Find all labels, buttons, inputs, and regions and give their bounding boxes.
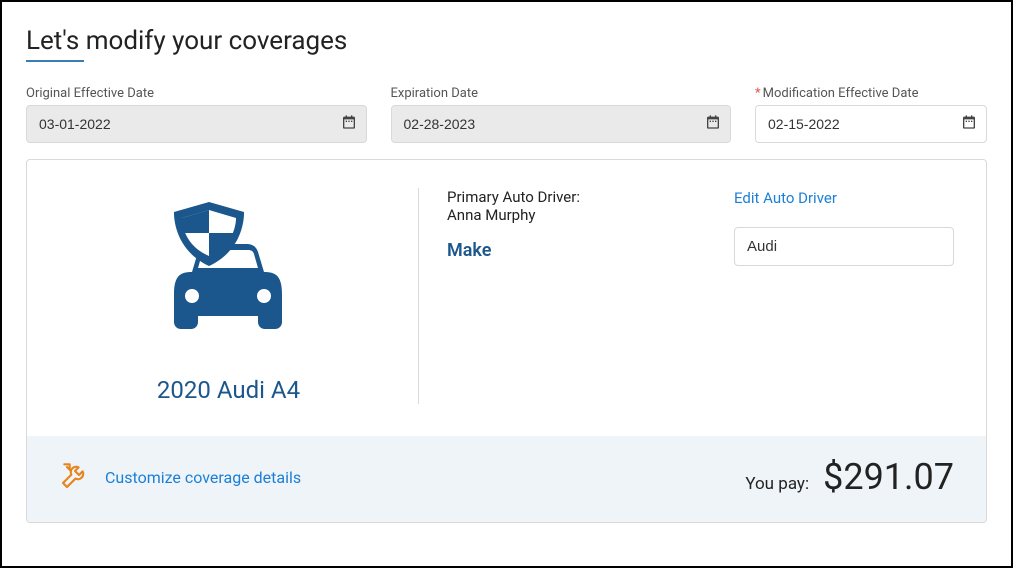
details-right: Edit Auto Driver	[734, 188, 954, 404]
expiration-date-label: Expiration Date	[391, 86, 732, 101]
tools-icon	[59, 459, 91, 495]
expiration-date-group: Expiration Date	[391, 86, 732, 143]
title-underline	[26, 60, 84, 62]
modification-effective-date-wrap	[755, 105, 987, 143]
coverage-card: 2020 Audi A4 Primary Auto Driver: Anna M…	[26, 159, 987, 523]
payment-summary: You pay: $291.07	[745, 456, 954, 498]
customize-coverage-link[interactable]: Customize coverage details	[105, 468, 301, 487]
make-input[interactable]	[734, 227, 954, 266]
edit-auto-driver-link[interactable]: Edit Auto Driver	[734, 189, 837, 207]
vehicle-name: 2020 Audi A4	[157, 376, 300, 404]
expiration-date-input	[391, 105, 732, 143]
required-star: *	[755, 86, 761, 101]
page-title: Let's modify your coverages	[26, 26, 987, 56]
customize-wrap: Customize coverage details	[59, 459, 301, 495]
modification-effective-date-input[interactable]	[755, 105, 987, 143]
you-pay-label: You pay:	[745, 474, 809, 494]
primary-driver-name: Anna Murphy	[447, 206, 694, 224]
expiration-date-wrap	[391, 105, 732, 143]
original-effective-date-label: Original Effective Date	[26, 86, 367, 101]
vehicle-column: 2020 Audi A4	[59, 188, 419, 404]
modification-effective-date-label-text: Modification Effective Date	[763, 86, 919, 101]
card-body: 2020 Audi A4 Primary Auto Driver: Anna M…	[27, 160, 986, 436]
card-footer: Customize coverage details You pay: $291…	[27, 436, 986, 522]
date-fields-row: Original Effective Date Expiration Date …	[26, 86, 987, 143]
modification-effective-date-group: *Modification Effective Date	[755, 86, 987, 143]
details-column: Primary Auto Driver: Anna Murphy Make Ed…	[419, 188, 954, 404]
original-effective-date-input	[26, 105, 367, 143]
primary-driver-label: Primary Auto Driver:	[447, 188, 694, 206]
make-label: Make	[447, 240, 694, 261]
modification-effective-date-label: *Modification Effective Date	[755, 86, 987, 101]
vehicle-shield-icon	[144, 194, 314, 358]
you-pay-amount: $291.07	[823, 456, 954, 498]
original-effective-date-group: Original Effective Date	[26, 86, 367, 143]
original-effective-date-wrap	[26, 105, 367, 143]
details-left: Primary Auto Driver: Anna Murphy Make	[447, 188, 694, 404]
page-container: Let's modify your coverages Original Eff…	[0, 0, 1013, 568]
